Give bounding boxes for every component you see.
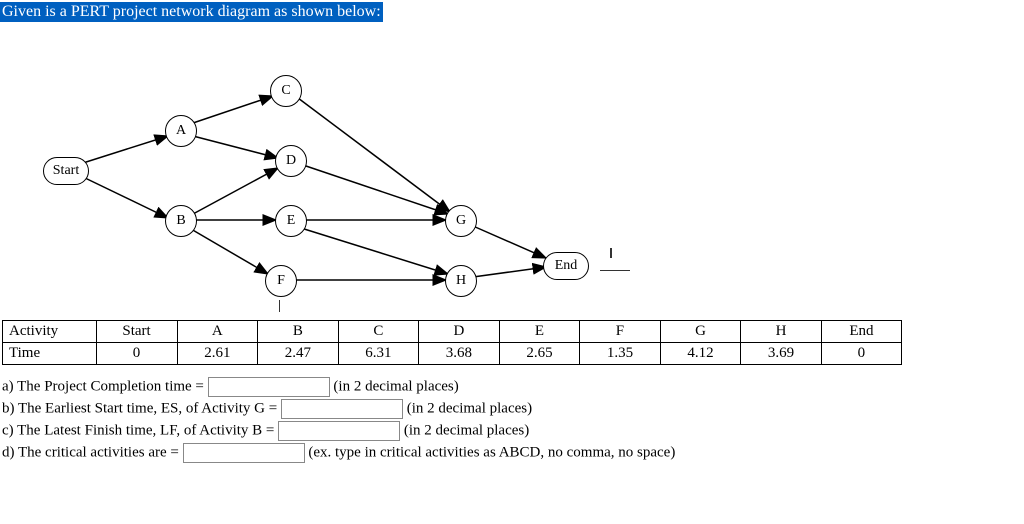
col-header: B [258, 321, 339, 343]
stray-mark [279, 300, 280, 312]
q-text: d) The critical activities are = [2, 444, 183, 460]
col-header: End [821, 321, 901, 343]
col-header: C [338, 321, 419, 343]
question-b: b) The Earliest Start time, ES, of Activ… [2, 399, 1024, 419]
node-g: G [445, 205, 477, 237]
cell: 0 [821, 343, 901, 365]
cell: 0 [96, 343, 177, 365]
node-f: F [265, 265, 297, 297]
row-header-time: Time [3, 343, 97, 365]
question-a: a) The Project Completion time = (in 2 d… [2, 377, 1024, 397]
answer-input-c[interactable] [278, 421, 400, 441]
q-text: b) The Earliest Start time, ES, of Activ… [2, 400, 281, 416]
node-b: B [165, 205, 197, 237]
col-header: D [419, 321, 500, 343]
node-a: A [165, 115, 197, 147]
q-text: a) The Project Completion time = [2, 378, 208, 394]
cell: 2.47 [258, 343, 339, 365]
col-header: H [741, 321, 822, 343]
col-header: E [499, 321, 580, 343]
col-header: F [580, 321, 661, 343]
table-row: Activity Start A B C D E F G H End [3, 321, 902, 343]
q-hint: (in 2 decimal places) [333, 378, 458, 394]
q-hint: (ex. type in critical activities as ABCD… [308, 444, 675, 460]
node-start: Start [43, 157, 89, 185]
col-header: Start [96, 321, 177, 343]
q-text: c) The Latest Finish time, LF, of Activi… [2, 422, 278, 438]
cell: 3.69 [741, 343, 822, 365]
answer-input-d[interactable] [183, 443, 305, 463]
question-c: c) The Latest Finish time, LF, of Activi… [2, 421, 1024, 441]
node-h: H [445, 265, 477, 297]
cell: 3.68 [419, 343, 500, 365]
node-d: D [275, 145, 307, 177]
table-row: Time 0 2.61 2.47 6.31 3.68 2.65 1.35 4.1… [3, 343, 902, 365]
col-header: A [177, 321, 258, 343]
diagram-arrows [10, 30, 710, 310]
cell: 4.12 [660, 343, 741, 365]
q-hint: (in 2 decimal places) [407, 400, 532, 416]
row-header-activity: Activity [3, 321, 97, 343]
pert-diagram: Start A B C D E F G H End [10, 30, 710, 310]
activity-time-table: Activity Start A B C D E F G H End Time … [2, 320, 902, 365]
stray-mark [610, 248, 612, 258]
node-c: C [270, 75, 302, 107]
answer-input-a[interactable] [208, 377, 330, 397]
col-header: G [660, 321, 741, 343]
cell: 6.31 [338, 343, 419, 365]
page-title: Given is a PERT project network diagram … [0, 2, 383, 22]
q-hint: (in 2 decimal places) [404, 422, 529, 438]
cell: 2.61 [177, 343, 258, 365]
cell: 1.35 [580, 343, 661, 365]
question-d: d) The critical activities are = (ex. ty… [2, 443, 1024, 463]
node-e: E [275, 205, 307, 237]
stray-mark [600, 270, 630, 271]
answer-input-b[interactable] [281, 399, 403, 419]
node-end: End [543, 252, 589, 280]
cell: 2.65 [499, 343, 580, 365]
